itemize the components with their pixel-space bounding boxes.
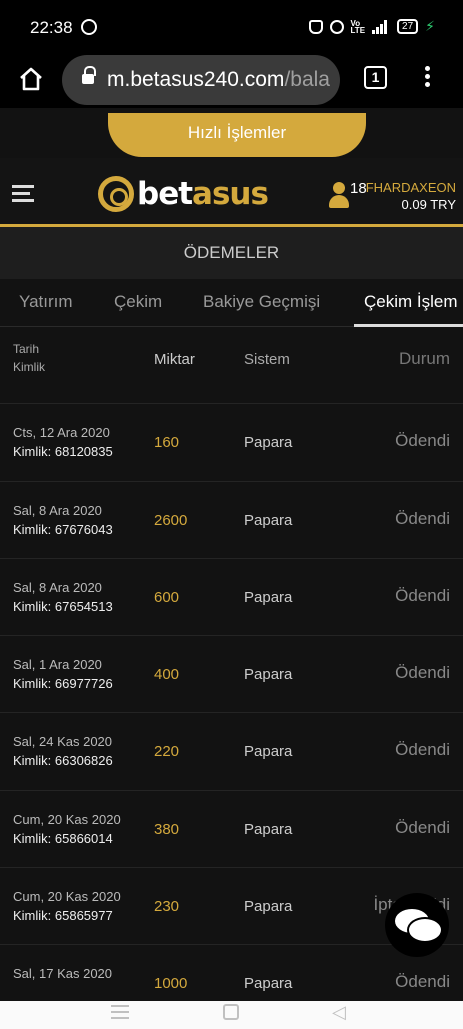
header-amount[interactable]: Miktar xyxy=(154,351,195,368)
row-amount: 380 xyxy=(154,820,180,838)
mute-icon xyxy=(308,19,323,34)
table-row[interactable]: Sal, 24 Kas 2020 Kimlik: 66306826 220 Pa… xyxy=(0,713,463,791)
tab-withdraw[interactable]: Çekim xyxy=(114,292,162,312)
row-status: Ödendi xyxy=(395,508,450,528)
row-id: Kimlik: 67676043 xyxy=(13,521,113,537)
charging-icon: ⚡ xyxy=(425,18,435,34)
row-id: Kimlik: 68120835 xyxy=(13,444,113,460)
url-rest: /bala xyxy=(284,68,330,91)
tab-switcher-button[interactable]: 1 xyxy=(364,66,387,89)
url-text: m.betasus240.com/bala xyxy=(107,68,330,92)
row-system: Papara xyxy=(244,434,293,452)
row-date: Sal, 24 Kas 2020 xyxy=(13,734,113,750)
logo-mark-icon xyxy=(98,176,134,212)
row-id: Kimlik: 65865977 xyxy=(13,908,113,924)
battery-icon: 27 xyxy=(397,19,419,34)
table-row[interactable]: Sal, 8 Ara 2020 Kimlik: 67654513 600 Pap… xyxy=(0,558,463,637)
row-amount: 2600 xyxy=(154,511,188,529)
system-nav-bar: ◁ xyxy=(0,1001,463,1029)
table-row[interactable]: Sal, 1 Ara 2020 Kimlik: 66977726 400 Pap… xyxy=(0,636,463,714)
home-icon[interactable] xyxy=(18,66,44,92)
table-row[interactable]: Cum, 20 Kas 2020 Kimlik: 65866014 380 Pa… xyxy=(0,790,463,869)
table-header-row: Tarih Kimlik Miktar Sistem Durum xyxy=(0,327,463,405)
row-system: Papara xyxy=(244,743,293,761)
row-date: Sal, 8 Ara 2020 xyxy=(13,502,102,518)
row-system: Papara xyxy=(244,898,293,916)
row-status: Ödendi xyxy=(395,431,450,451)
recent-apps-icon[interactable] xyxy=(111,1005,129,1021)
status-time: 22:38 xyxy=(30,18,73,37)
row-date: Cum, 20 Kas 2020 xyxy=(13,889,121,905)
row-date: Cum, 20 Kas 2020 xyxy=(13,811,121,827)
row-amount: 400 xyxy=(154,666,180,684)
row-status: Ödendi xyxy=(395,585,450,605)
transactions-table: Tarih Kimlik Miktar Sistem Durum Cts, 12… xyxy=(0,327,463,1001)
row-id: Kimlik: 66977726 xyxy=(13,676,113,692)
volte-icon: Vo LTE xyxy=(350,18,366,35)
row-id: Kimlik: 65866014 xyxy=(13,830,113,846)
address-bar[interactable]: m.betasus240.com/bala xyxy=(62,55,340,105)
whatsapp-icon xyxy=(81,19,97,35)
nav-home-icon[interactable] xyxy=(223,1004,239,1020)
row-date: Sal, 17 Kas 2020 xyxy=(13,966,113,982)
tab-deposit[interactable]: Yatırım xyxy=(19,292,73,312)
header-date: Tarih xyxy=(13,342,40,356)
row-amount: 220 xyxy=(154,743,180,761)
user-notification-count[interactable]: 18 xyxy=(350,180,367,197)
row-system: Papara xyxy=(244,511,293,529)
browser-toolbar: m.betasus240.com/bala 1 xyxy=(0,52,463,108)
row-system: Papara xyxy=(244,820,293,838)
row-date: Sal, 1 Ara 2020 xyxy=(13,657,102,673)
site-header: betasus 18 FHARDAXEON 0.09 TRY xyxy=(0,158,463,224)
tab-withdraw-transactions[interactable]: Çekim İşlem xyxy=(364,292,458,312)
table-row[interactable]: Sal, 17 Kas 2020 1000 Papara Ödendi xyxy=(0,945,463,1001)
tab-balance-history[interactable]: Bakiye Geçmişi xyxy=(203,292,320,312)
row-status: Ödendi xyxy=(395,972,450,992)
signal-icon xyxy=(372,19,390,34)
row-amount: 600 xyxy=(154,588,180,606)
web-page: Hızlı İşlemler betasus 18 FHARDAXEON 0.0… xyxy=(0,108,463,1001)
header-id: Kimlik xyxy=(13,360,45,374)
quick-actions-button[interactable]: Hızlı İşlemler xyxy=(108,113,366,157)
row-status: Ödendi xyxy=(395,740,450,760)
row-system: Papara xyxy=(244,666,293,684)
row-amount: 230 xyxy=(154,898,180,916)
row-date: Sal, 8 Ara 2020 xyxy=(13,579,102,595)
live-chat-icon[interactable] xyxy=(385,893,449,957)
row-amount: 160 xyxy=(154,434,180,452)
header-status: Durum xyxy=(398,349,450,368)
row-id: Kimlik: 67654513 xyxy=(13,598,113,614)
logo-text-accent: asus xyxy=(192,176,269,212)
logo-text: betasus xyxy=(137,176,269,212)
row-id: Kimlik: 66306826 xyxy=(13,753,113,769)
row-system: Papara xyxy=(244,975,293,993)
table-row[interactable]: Cts, 12 Ara 2020 Kimlik: 68120835 160 Pa… xyxy=(0,404,463,482)
logo-text-main: bet xyxy=(137,176,193,212)
back-icon[interactable]: ◁ xyxy=(332,1002,346,1023)
row-system: Papara xyxy=(244,588,293,606)
section-title: ÖDEMELER xyxy=(0,227,463,279)
row-date: Cts, 12 Ara 2020 xyxy=(13,425,110,441)
payment-tabs: Yatırım Çekim Bakiye Geçmişi Çekim İşlem xyxy=(0,279,463,327)
hamburger-menu-icon[interactable] xyxy=(12,185,34,203)
row-status: Ödendi xyxy=(395,663,450,683)
user-icon[interactable] xyxy=(329,182,349,208)
user-balance: 0.09 TRY xyxy=(401,197,456,212)
table-row[interactable]: Sal, 8 Ara 2020 Kimlik: 67676043 2600 Pa… xyxy=(0,481,463,559)
more-options-icon[interactable] xyxy=(420,66,434,90)
betasus-logo[interactable]: betasus xyxy=(98,170,269,218)
header-system: Sistem xyxy=(244,351,290,368)
url-main: m.betasus240.com xyxy=(107,68,285,91)
row-status: Ödendi xyxy=(395,817,450,837)
lock-icon xyxy=(82,66,96,86)
alarm-icon xyxy=(329,19,344,34)
status-bar: 22:38 Vo LTE 27 ⚡ xyxy=(0,0,463,52)
row-amount: 1000 xyxy=(154,975,188,993)
status-icons: Vo LTE 27 ⚡ xyxy=(308,18,435,35)
username[interactable]: FHARDAXEON xyxy=(366,180,456,195)
